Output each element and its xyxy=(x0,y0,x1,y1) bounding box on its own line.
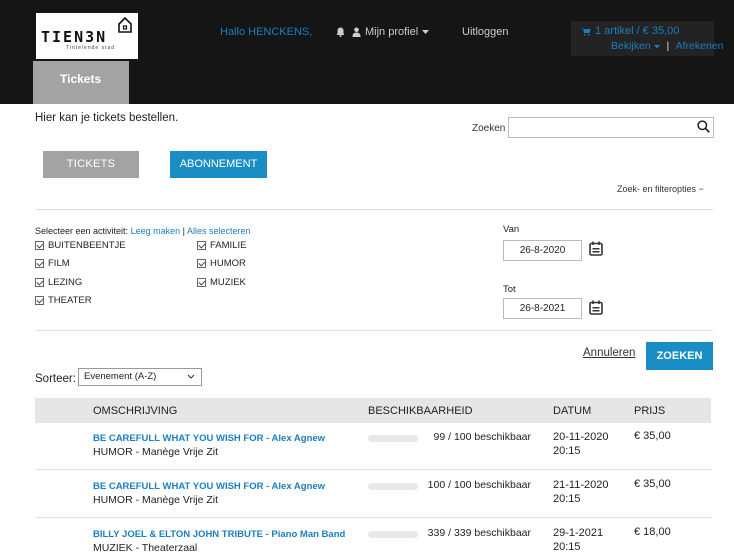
checkbox-familie[interactable]: FAMILIE xyxy=(197,240,246,251)
event-time: 20:15 xyxy=(553,493,581,505)
cart-icon xyxy=(581,27,591,36)
intro-text: Hier kan je tickets bestellen. xyxy=(35,112,179,124)
availability-text: 339 / 339 beschikbaar xyxy=(427,527,531,539)
event-datetime: 29-1-2021 20:15 xyxy=(553,526,603,554)
activity-select-label: Selecteer een activiteit: Leeg maken | A… xyxy=(35,226,251,236)
to-date-label: Tot xyxy=(503,284,516,295)
checkbox-box[interactable] xyxy=(35,296,44,305)
chevron-down-icon xyxy=(187,374,195,379)
event-title-link[interactable]: BE CAREFULL WHAT YOU WISH FOR - Alex Agn… xyxy=(93,433,325,444)
event-title-link[interactable]: BE CAREFULL WHAT YOU WISH FOR - Alex Agn… xyxy=(93,481,325,492)
logo-subtitle: Tintelende stad xyxy=(66,45,116,51)
cart-box: 1 artikel / € 35,00 Bekijken | Afrekenen xyxy=(571,21,724,56)
from-date-label: Van xyxy=(503,224,520,235)
sort-select[interactable]: Evenement (A-Z) xyxy=(78,368,202,386)
caret-down-icon xyxy=(653,45,660,49)
event-time: 20:15 xyxy=(553,445,581,457)
checkbox-box[interactable] xyxy=(35,259,44,268)
divider xyxy=(35,209,713,210)
event-datetime: 20-11-2020 20:15 xyxy=(553,430,608,458)
tickets-button[interactable]: TICKETS xyxy=(43,151,139,178)
logo[interactable]: TIEN3N Tintelende stad xyxy=(36,13,138,59)
tab-tickets[interactable]: Tickets xyxy=(33,61,129,104)
availability-text: 99 / 100 beschikbaar xyxy=(433,431,531,443)
user-icon xyxy=(352,27,361,37)
cart-separator: | xyxy=(666,40,670,52)
checkbox-box[interactable] xyxy=(35,241,44,250)
cart-view-link[interactable]: Bekijken xyxy=(611,40,651,52)
clear-selection-link[interactable]: Leeg maken xyxy=(131,226,181,236)
table-row[interactable]: BE CAREFULL WHAT YOU WISH FOR - Alex Agn… xyxy=(35,471,711,518)
logo-text: TIEN3N xyxy=(41,28,108,46)
bell-icon[interactable] xyxy=(336,27,345,37)
cart-actions: Bekijken | Afrekenen xyxy=(611,40,724,52)
search-label: Zoeken xyxy=(472,123,506,134)
column-header-beschikbaarheid[interactable]: BESCHIKBAARHEID xyxy=(368,405,473,417)
event-subtitle: HUMOR - Manège Vrije Zit xyxy=(93,494,219,506)
checkbox-muziek[interactable]: MUZIEK xyxy=(197,277,246,288)
availability-bar-fill xyxy=(368,531,418,538)
search-input[interactable] xyxy=(508,117,714,138)
event-time: 20:15 xyxy=(553,541,581,553)
event-subtitle: HUMOR - Manège Vrije Zit xyxy=(93,446,219,458)
column-header-datum[interactable]: DATUM xyxy=(553,405,591,417)
availability-bar-fill xyxy=(368,483,418,490)
availability-bar-fill xyxy=(368,435,418,442)
column-header-prijs[interactable]: PRIJS xyxy=(634,405,665,417)
event-price: € 35,00 xyxy=(634,430,671,442)
cart-summary-text: 1 artikel / € 35,00 xyxy=(595,25,680,37)
checkbox-box[interactable] xyxy=(197,259,206,268)
checkbox-buitenbeentje[interactable]: BUITENBEENTJE xyxy=(35,240,126,251)
checkbox-film[interactable]: FILM xyxy=(35,258,70,269)
availability-bar xyxy=(368,483,418,490)
calendar-icon[interactable] xyxy=(589,241,603,256)
caret-down-icon xyxy=(422,29,430,34)
filter-options-toggle[interactable]: Zoek- en filteropties − xyxy=(617,184,704,194)
availability-bar xyxy=(368,531,418,538)
event-datetime: 21-11-2020 20:15 xyxy=(553,478,608,506)
event-price: € 35,00 xyxy=(634,478,671,490)
event-title-link[interactable]: BILLY JOEL & ELTON JOHN TRIBUTE - Piano … xyxy=(93,529,345,540)
column-header-omschrijving[interactable]: OMSCHRIJVING xyxy=(93,405,177,417)
checkbox-box[interactable] xyxy=(197,278,206,287)
checkbox-box[interactable] xyxy=(197,241,206,250)
event-price: € 18,00 xyxy=(634,526,671,538)
event-date: 21-11-2020 xyxy=(553,479,609,491)
cart-summary[interactable]: 1 artikel / € 35,00 xyxy=(581,25,679,37)
table-row[interactable]: BILLY JOEL & ELTON JOHN TRIBUTE - Piano … xyxy=(35,519,711,555)
checkbox-lezing[interactable]: LEZING xyxy=(35,277,82,288)
from-date-input[interactable]: 26-8-2020 xyxy=(503,240,582,261)
event-date: 29-1-2021 xyxy=(553,527,604,539)
house-icon xyxy=(118,17,132,33)
event-subtitle: MUZIEK - Theaterzaal xyxy=(93,542,198,554)
calendar-icon[interactable] xyxy=(589,300,603,315)
table-header: OMSCHRIJVING BESCHIKBAARHEID DATUM PRIJS xyxy=(35,398,711,423)
table-row[interactable]: BE CAREFULL WHAT YOU WISH FOR - Alex Agn… xyxy=(35,423,711,470)
profile-label: Mijn profiel xyxy=(365,26,419,38)
top-header: TIEN3N Tintelende stad Hallo HENCKENS, M… xyxy=(0,0,734,104)
availability-bar xyxy=(368,435,418,442)
availability-text: 100 / 100 beschikbaar xyxy=(427,479,531,491)
sort-selected-value: Evenement (A-Z) xyxy=(84,371,157,382)
divider xyxy=(35,330,713,331)
to-date-input[interactable]: 26-8-2021 xyxy=(503,298,582,319)
logout-link[interactable]: Uitloggen xyxy=(462,26,508,38)
select-all-link[interactable]: Alles selecteren xyxy=(187,226,251,236)
abonnement-button[interactable]: ABONNEMENT xyxy=(170,151,267,178)
checkbox-box[interactable] xyxy=(35,278,44,287)
sort-label: Sorteer: xyxy=(35,373,76,385)
checkbox-theater[interactable]: THEATER xyxy=(35,295,92,306)
search-icon[interactable] xyxy=(697,120,710,133)
event-date: 20-11-2020 xyxy=(553,431,609,443)
search-button[interactable]: ZOEKEN xyxy=(646,342,713,370)
cancel-link[interactable]: Annuleren xyxy=(583,347,635,359)
checkbox-humor[interactable]: HUMOR xyxy=(197,258,246,269)
user-greeting: Hallo HENCKENS, xyxy=(220,26,313,38)
cart-checkout-link[interactable]: Afrekenen xyxy=(676,40,724,52)
profile-menu[interactable]: Mijn profiel xyxy=(352,26,430,38)
